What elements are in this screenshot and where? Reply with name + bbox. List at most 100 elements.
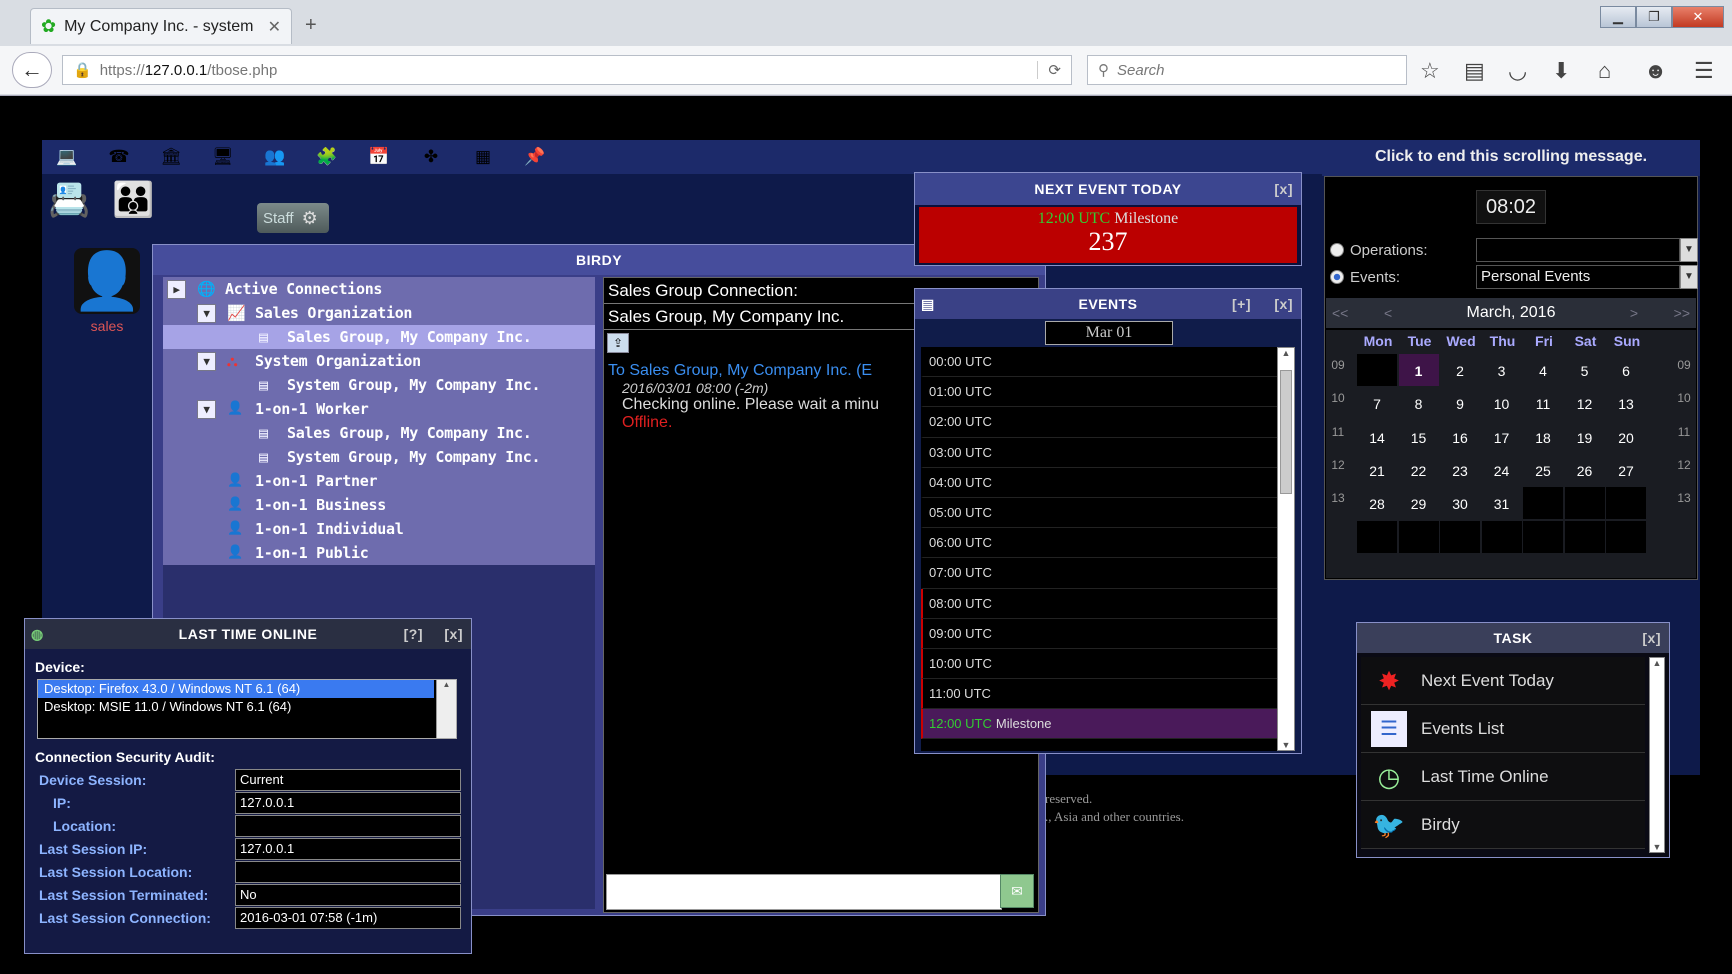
calendar-day[interactable]: 15 [1399,421,1439,453]
minimize-icon[interactable]: ▁ [1600,6,1636,28]
audit-value[interactable]: 127.0.0.1 [235,792,461,814]
tree-item[interactable]: 👤 1-on-1 Business [163,493,595,518]
tree-item[interactable]: ▼ 📈 Sales Organization [163,301,595,326]
device-scrollbar[interactable]: ▲ [436,680,456,738]
calendar-day[interactable]: 8 [1399,387,1439,419]
group-icon[interactable]: 👥 [262,146,288,168]
phone-icon[interactable]: ☎ [106,146,132,168]
attach-icon[interactable]: ⇪ [607,333,629,353]
audit-value[interactable] [235,815,461,837]
audit-value[interactable]: 127.0.0.1 [235,838,461,860]
chevron-down-icon[interactable]: ▼ [1680,265,1698,289]
tree-item[interactable]: ▤ System Group, My Company Inc. [163,445,595,470]
audit-value[interactable]: No [235,884,461,906]
event-slot[interactable]: 03:00 UTC [921,437,1277,468]
scroll-down-icon[interactable]: ▼ [1278,740,1294,750]
event-slot[interactable]: 02:00 UTC [921,407,1277,438]
tree-item[interactable]: 👤 1-on-1 Public [163,541,595,566]
close-window-icon[interactable]: ✕ [1672,6,1724,28]
reading-list-icon[interactable]: ▤ [1464,58,1485,84]
browser-tab[interactable]: ✿ My Company Inc. - system ✕ [30,8,292,44]
avatar[interactable]: 👤 [74,248,140,314]
menu-icon[interactable]: ☰ [1694,58,1714,84]
event-slot[interactable]: 09:00 UTC [921,618,1277,649]
maximize-icon[interactable]: ❐ [1636,6,1672,28]
calendar-day[interactable]: 10 [1482,387,1522,419]
next-event-close-button[interactable]: [x] [1274,173,1293,205]
pocket-icon[interactable]: ◡ [1508,58,1527,84]
calendar-day[interactable]: 26 [1565,454,1605,486]
event-slot[interactable]: 07:00 UTC [921,558,1277,589]
events-select[interactable]: Personal Events [1476,265,1680,289]
scroll-down-icon[interactable]: ▼ [1650,842,1664,852]
tree-item[interactable]: ▤ Sales Group, My Company Inc. [163,325,595,350]
calendar-day[interactable]: 11 [1523,387,1563,419]
calendar-day[interactable]: 25 [1523,454,1563,486]
event-slot[interactable]: 06:00 UTC [921,528,1277,559]
calendar-day[interactable]: 21 [1357,454,1397,486]
next-year-button[interactable]: >> [1674,298,1690,328]
task-item[interactable]: ◷ Last Time Online [1361,753,1645,801]
calendar-icon[interactable]: 📅 [366,146,392,168]
contacts-icon[interactable]: 📇 [48,180,90,220]
event-slot[interactable]: 05:00 UTC [921,497,1277,529]
bookmark-star-icon[interactable]: ☆ [1420,58,1440,84]
download-icon[interactable]: ⬇ [1552,58,1570,84]
event-slot[interactable]: 11:00 UTC [921,679,1277,710]
staff-button[interactable]: Staff ⚙ [257,203,329,233]
reload-icon[interactable]: ⟳ [1037,61,1071,79]
task-item[interactable]: ✸ Next Event Today [1361,657,1645,705]
audit-value[interactable]: Current [235,769,461,791]
calendar-day[interactable]: 30 [1440,487,1480,519]
calendar-day[interactable]: 14 [1357,421,1397,453]
event-slot[interactable]: 12:00 UTC Milestone [921,709,1277,740]
prev-month-button[interactable]: < [1384,298,1392,328]
calendar-day[interactable]: 2 [1440,354,1480,386]
events-close-button[interactable]: [x] [1274,289,1293,319]
search-box[interactable]: ⚲ Search [1087,55,1407,85]
chevron-down-icon[interactable]: ▼ [1680,238,1698,262]
calendar-day[interactable]: 17 [1482,421,1522,453]
calendar-day[interactable]: 13 [1606,387,1646,419]
calendar-day[interactable]: 4 [1523,354,1563,386]
event-slot[interactable]: 08:00 UTC [921,588,1277,619]
chat-input[interactable] [606,874,1002,910]
scrolling-message[interactable]: Click to end this scrolling message. [1322,140,1700,176]
calendar-day[interactable]: 22 [1399,454,1439,486]
events-add-button[interactable]: [+] [1232,289,1251,319]
task-close-button[interactable]: [x] [1642,623,1661,653]
network-icon[interactable]: ✤ [418,146,444,168]
home-icon[interactable]: ⌂ [1598,58,1611,84]
puzzle-icon[interactable]: 🧩 [314,146,340,168]
calendar-day[interactable]: 31 [1482,487,1522,519]
expand-icon[interactable]: ▶ [167,280,186,299]
tree-item[interactable]: 👤 1-on-1 Individual [163,517,595,542]
events-scrollbar[interactable]: ▲ ▼ [1277,347,1295,751]
tree-item[interactable]: ▤ System Group, My Company Inc. [163,373,595,398]
grid-icon[interactable]: ▦ [470,146,496,168]
scroll-up-icon[interactable]: ▲ [1650,658,1664,668]
task-scrollbar[interactable]: ▲ ▼ [1649,657,1665,853]
building-icon[interactable]: 🏛 [158,146,184,168]
operations-select[interactable] [1476,238,1680,262]
pin-icon[interactable]: 📌 [522,146,548,168]
collapse-icon[interactable]: ▼ [197,400,216,419]
chat-icon[interactable]: ☻ [1644,58,1667,84]
collapse-icon[interactable]: ▼ [197,304,216,323]
calendar-day[interactable]: 16 [1440,421,1480,453]
team-icon[interactable]: 👪 [112,180,154,220]
task-item[interactable]: 🐦 Birdy [1361,801,1645,849]
collapse-icon[interactable]: ▼ [197,352,216,371]
calendar-day[interactable]: 23 [1440,454,1480,486]
event-slot[interactable]: 00:00 UTC [921,347,1277,378]
calendar-day[interactable]: 9 [1440,387,1480,419]
calendar-day[interactable]: 5 [1565,354,1605,386]
event-slot[interactable]: 10:00 UTC [921,648,1277,680]
scroll-thumb[interactable] [1280,370,1292,494]
new-tab-icon[interactable]: + [305,14,317,37]
close-tab-icon[interactable]: ✕ [268,17,281,37]
calendar-day[interactable]: 7 [1357,387,1397,419]
event-slot[interactable]: 04:00 UTC [921,467,1277,498]
scroll-up-icon[interactable]: ▲ [1278,348,1294,358]
lto-close-button[interactable]: [x] [444,619,463,649]
